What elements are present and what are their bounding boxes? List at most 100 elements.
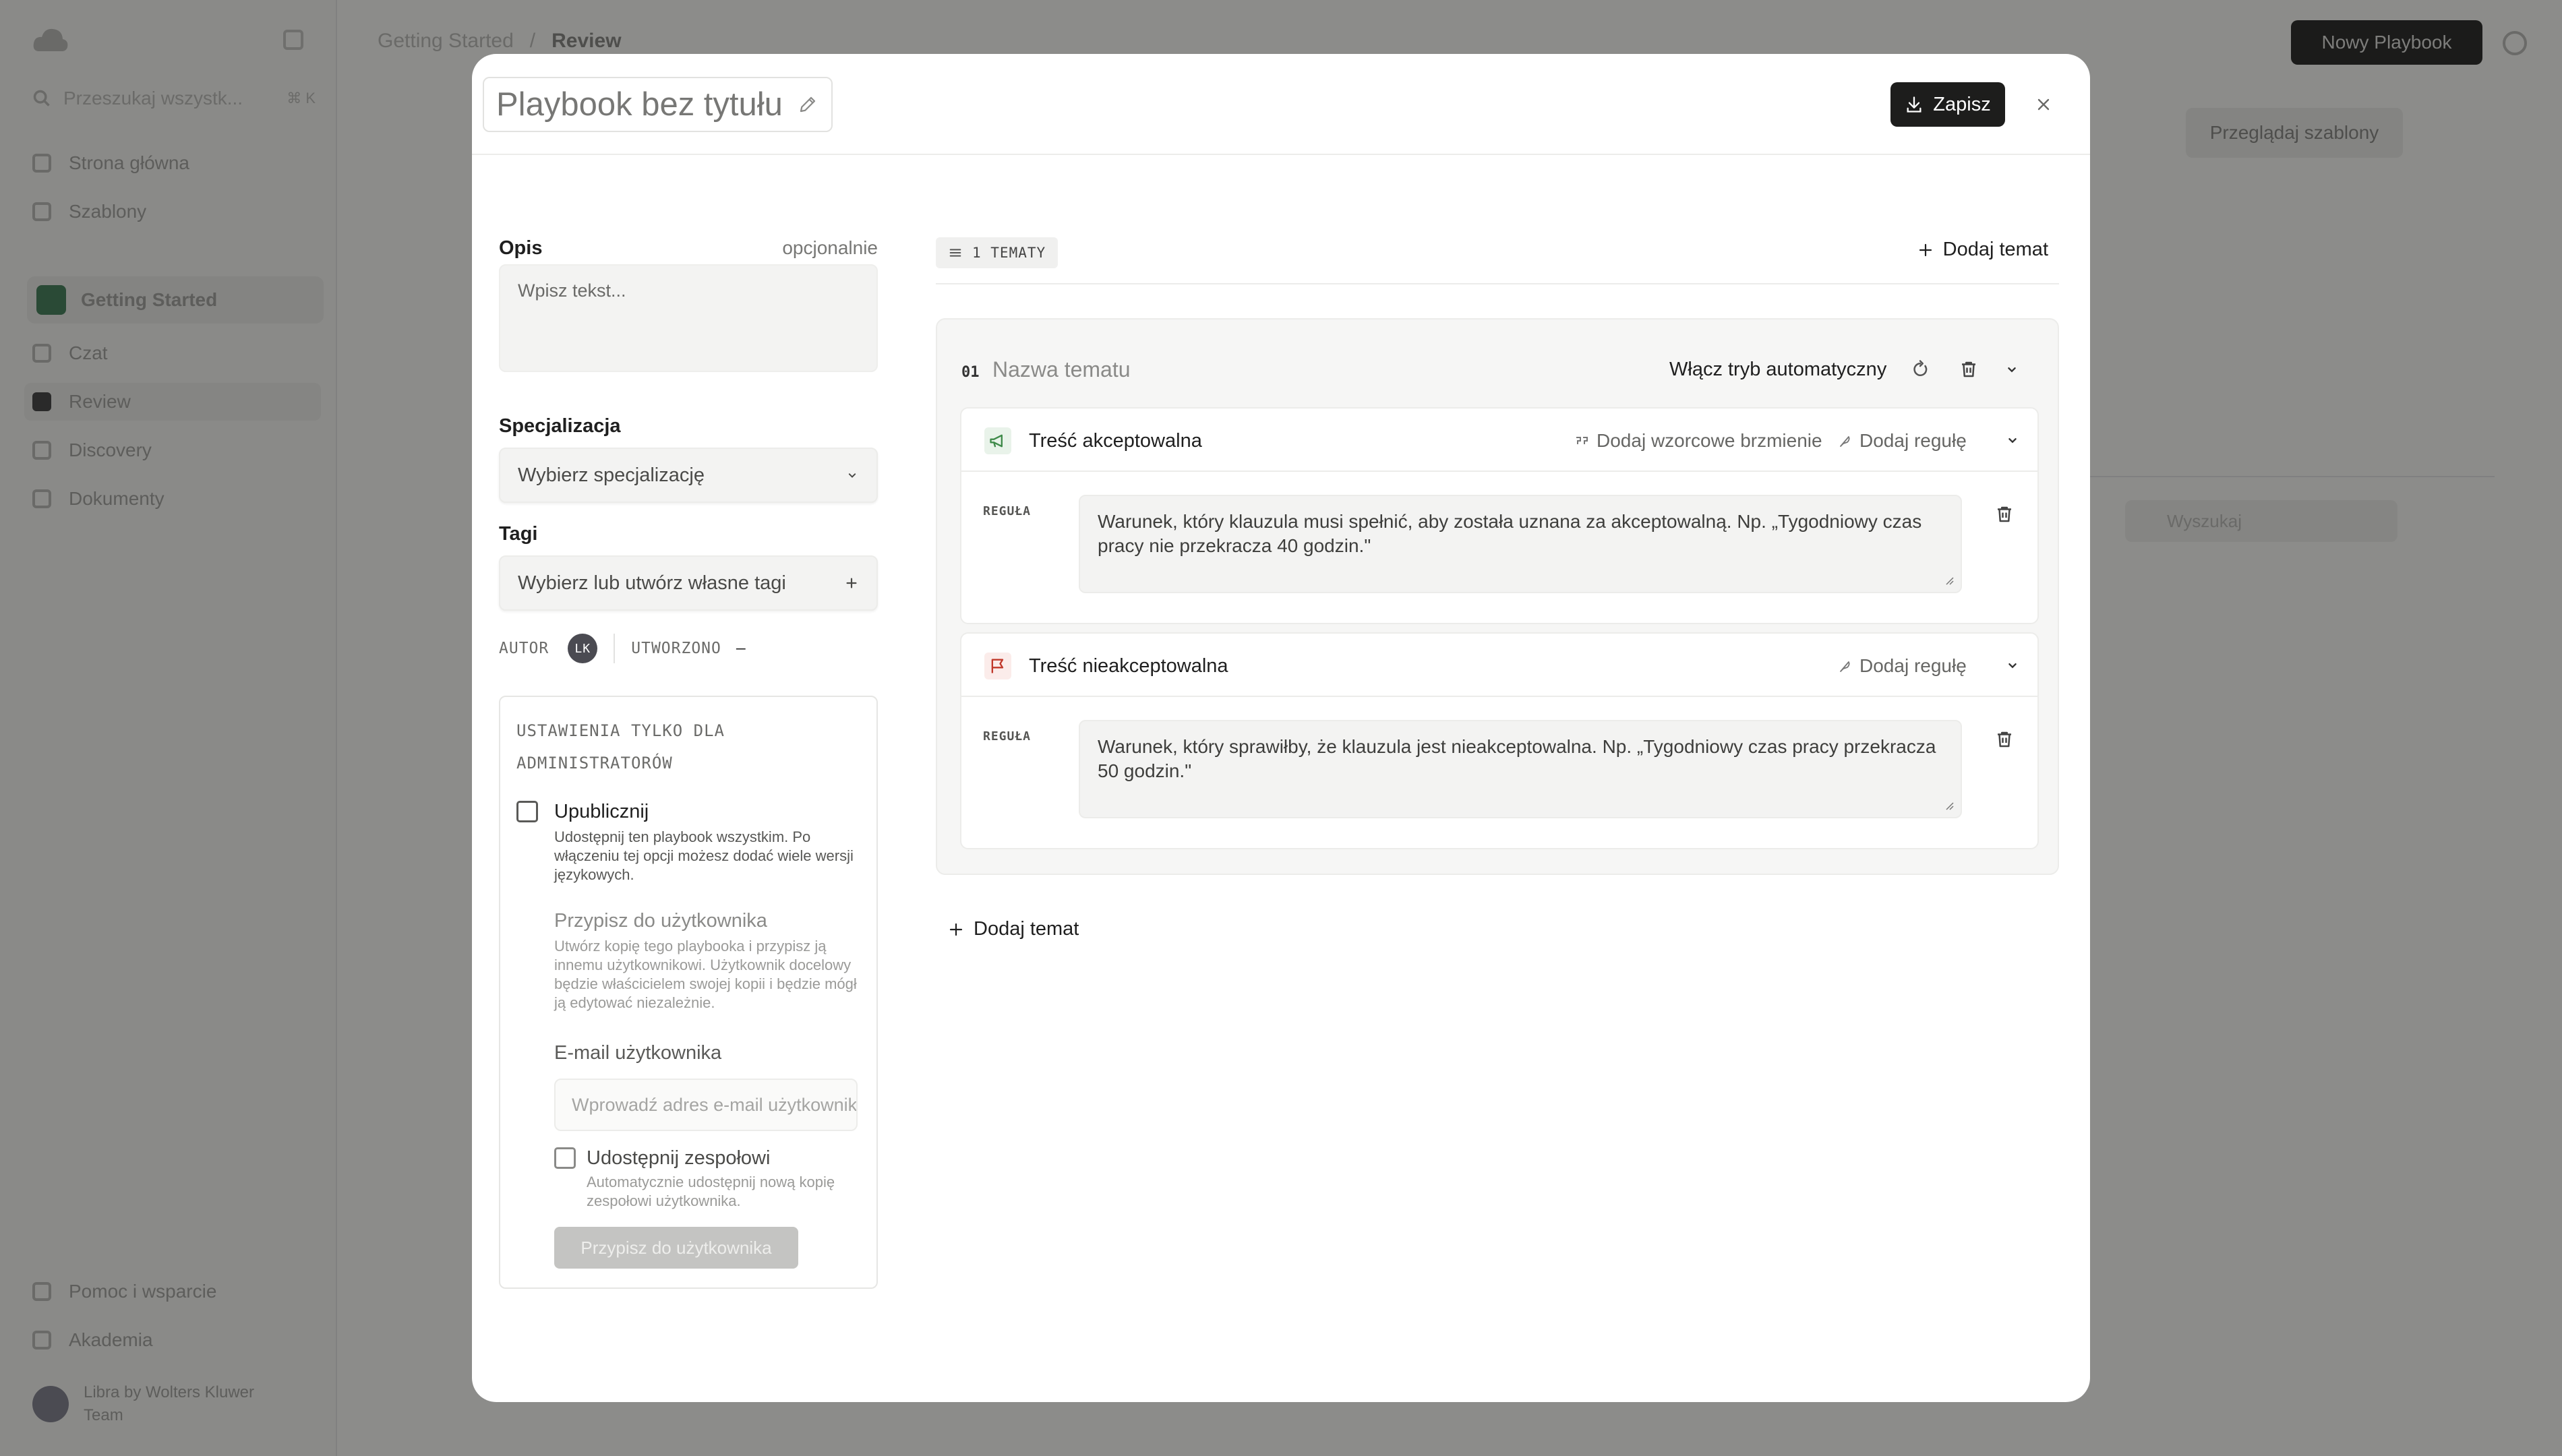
trash-icon[interactable] — [1957, 357, 1981, 382]
unacceptable-section: Treść nieakceptowalna Dodaj regułę REGUŁ… — [960, 632, 2039, 849]
description-label: Opis — [499, 237, 543, 259]
feather-icon — [1840, 661, 1850, 672]
add-sample-button[interactable]: Dodaj wzorcowe brzmienie — [1574, 430, 1822, 452]
topic-name-input[interactable]: Nazwa tematu — [992, 357, 1131, 382]
discovery-icon — [32, 441, 51, 460]
share-team-description: Automatycznie udostępnij nową kopię zesp… — [587, 1174, 835, 1209]
assign-user-button[interactable]: Przypisz do użytkownika — [554, 1227, 798, 1269]
sidebar-item-label: Pomoc i wsparcie — [69, 1281, 217, 1302]
workspace-selector[interactable]: Getting Started — [27, 276, 324, 324]
workspace-icon — [36, 285, 66, 315]
share-team-checkbox[interactable] — [554, 1147, 576, 1169]
topic-card: 01 Nazwa tematu Włącz tryb automatyczny — [936, 318, 2059, 875]
sidebar-item-label: Akademia — [69, 1329, 153, 1350]
filter-search-input[interactable]: Wyszukaj — [2125, 500, 2397, 542]
plus-icon — [1919, 243, 1932, 256]
new-playbook-button[interactable]: Nowy Playbook — [2291, 20, 2482, 65]
save-button[interactable]: Zapisz — [1890, 82, 2005, 127]
close-icon — [2037, 98, 2050, 111]
rule-label: REGUŁA — [983, 729, 1032, 744]
playbook-meta: AUTOR LK UTWORZONO – — [499, 634, 746, 663]
account-icon[interactable] — [2503, 31, 2527, 55]
sidebar-item-chat[interactable]: Czat — [32, 334, 316, 372]
tags-label: Tagi — [499, 523, 538, 545]
templates-icon — [32, 202, 51, 221]
search-icon — [33, 90, 50, 107]
auto-mode-button[interactable]: Włącz tryb automatyczny — [1669, 359, 1886, 381]
download-icon — [1907, 96, 1922, 113]
breadcrumb-current: Review — [552, 30, 622, 52]
playbook-settings-panel: Opis opcjonalnie Wpisz tekst... Specjali… — [499, 155, 878, 1395]
topic-number: 01 — [961, 364, 980, 381]
workspace-label: Getting Started — [81, 289, 218, 310]
academy-icon — [32, 1331, 51, 1349]
add-topic-label: Dodaj temat — [1942, 239, 2048, 260]
playbook-title: Playbook bez tytułu — [496, 86, 783, 123]
sidebar-item-label: Szablony — [69, 201, 147, 222]
playbook-title-field[interactable]: Playbook bez tytułu — [483, 77, 833, 132]
browse-templates-button[interactable]: Przeglądaj szablony — [2186, 108, 2403, 158]
chevron-down-icon[interactable] — [2000, 357, 2024, 382]
breadcrumb: Getting Started / Review — [378, 30, 622, 53]
sidebar-search[interactable]: Przeszukaj wszystk... ⌘ K — [32, 80, 316, 117]
user-email-input[interactable]: Wprowadź adres e-mail użytkownika — [554, 1079, 858, 1131]
specialization-label: Specjalizacja — [499, 415, 621, 437]
created-label: UTWORZONO — [631, 640, 721, 657]
chevron-down-icon[interactable] — [2002, 655, 2023, 675]
search-shortcut: ⌘ K — [287, 90, 316, 107]
trash-icon[interactable] — [1993, 503, 2016, 526]
admin-settings-title: USTAWIENIA TYLKO DLA ADMINISTRATORÓW — [516, 721, 725, 772]
review-icon — [32, 392, 51, 411]
sidebar-item-home[interactable]: Strona główna — [32, 144, 316, 182]
created-value: – — [736, 640, 746, 657]
acceptable-rule-placeholder: Warunek, który klauzula musi spełnić, ab… — [1098, 511, 1922, 556]
trash-icon[interactable] — [1993, 728, 2016, 751]
add-rule-button[interactable]: Dodaj regułę — [1837, 655, 1967, 677]
sidebar-item-label: Czat — [69, 342, 108, 363]
add-rule-label: Dodaj regułę — [1859, 655, 1967, 676]
plus-icon — [846, 578, 857, 588]
chevron-down-icon[interactable] — [2002, 430, 2023, 450]
modal-header: Playbook bez tytułu Zapisz — [472, 54, 2090, 155]
sidebar-item-documents[interactable]: Dokumenty — [32, 480, 316, 518]
add-rule-label: Dodaj regułę — [1859, 430, 1967, 451]
sidebar-item-review[interactable]: Review — [24, 383, 321, 421]
sidebar-item-help[interactable]: Pomoc i wsparcie — [32, 1273, 316, 1310]
user-profile[interactable]: Libra by Wolters Kluwer Team — [32, 1383, 254, 1425]
make-public-checkbox[interactable] — [516, 801, 538, 822]
add-rule-button[interactable]: Dodaj regułę — [1837, 430, 1967, 452]
sidebar-item-label: Strona główna — [69, 152, 190, 173]
reset-icon[interactable] — [1908, 357, 1932, 382]
unacceptable-rule-placeholder: Warunek, który sprawiłby, że klauzula je… — [1098, 736, 1936, 781]
close-button[interactable] — [2029, 90, 2058, 119]
sidebar-item-templates[interactable]: Szablony — [32, 193, 316, 231]
unacceptable-rule-textarea[interactable]: Warunek, który sprawiłby, że klauzula je… — [1079, 720, 1962, 818]
add-topic-button[interactable]: Dodaj temat — [1917, 239, 2048, 261]
description-placeholder: Wpisz tekst... — [518, 280, 626, 301]
specialization-select[interactable]: Wybierz specjalizację — [499, 448, 878, 503]
help-icon — [32, 1282, 51, 1301]
home-icon — [32, 154, 51, 173]
description-textarea[interactable]: Wpisz tekst... — [499, 264, 878, 372]
divider — [2090, 476, 2495, 477]
unacceptable-section-header: Treść nieakceptowalna Dodaj regułę — [961, 634, 2037, 697]
resize-handle-icon[interactable] — [1943, 799, 1954, 810]
sidebar-item-discovery[interactable]: Discovery — [32, 431, 316, 469]
avatar: LK — [568, 634, 598, 663]
tags-select[interactable]: Wybierz lub utwórz własne tagi — [499, 555, 878, 611]
chat-icon — [32, 344, 51, 363]
breadcrumb-parent[interactable]: Getting Started — [378, 30, 514, 53]
make-public-description: Udostępnij ten playbook wszystkim. Po wł… — [554, 828, 854, 883]
sidebar-toggle-icon[interactable] — [283, 30, 303, 50]
documents-icon — [32, 489, 51, 508]
resize-handle-icon[interactable] — [1943, 574, 1954, 585]
topics-count-badge: 1 TEMATY — [936, 237, 1059, 268]
optional-hint: opcjonalnie — [782, 237, 878, 258]
add-topic-bottom-button[interactable]: Dodaj temat — [948, 918, 1079, 940]
acceptable-rule-textarea[interactable]: Warunek, który klauzula musi spełnić, ab… — [1079, 495, 1962, 593]
playbook-modal: Playbook bez tytułu Zapisz Opis opcjonal… — [472, 54, 2090, 1402]
breadcrumb-separator: / — [529, 30, 536, 52]
plus-icon — [949, 923, 963, 936]
sidebar-item-academy[interactable]: Akademia — [32, 1321, 316, 1359]
add-topic-bottom-label: Dodaj temat — [974, 918, 1079, 940]
